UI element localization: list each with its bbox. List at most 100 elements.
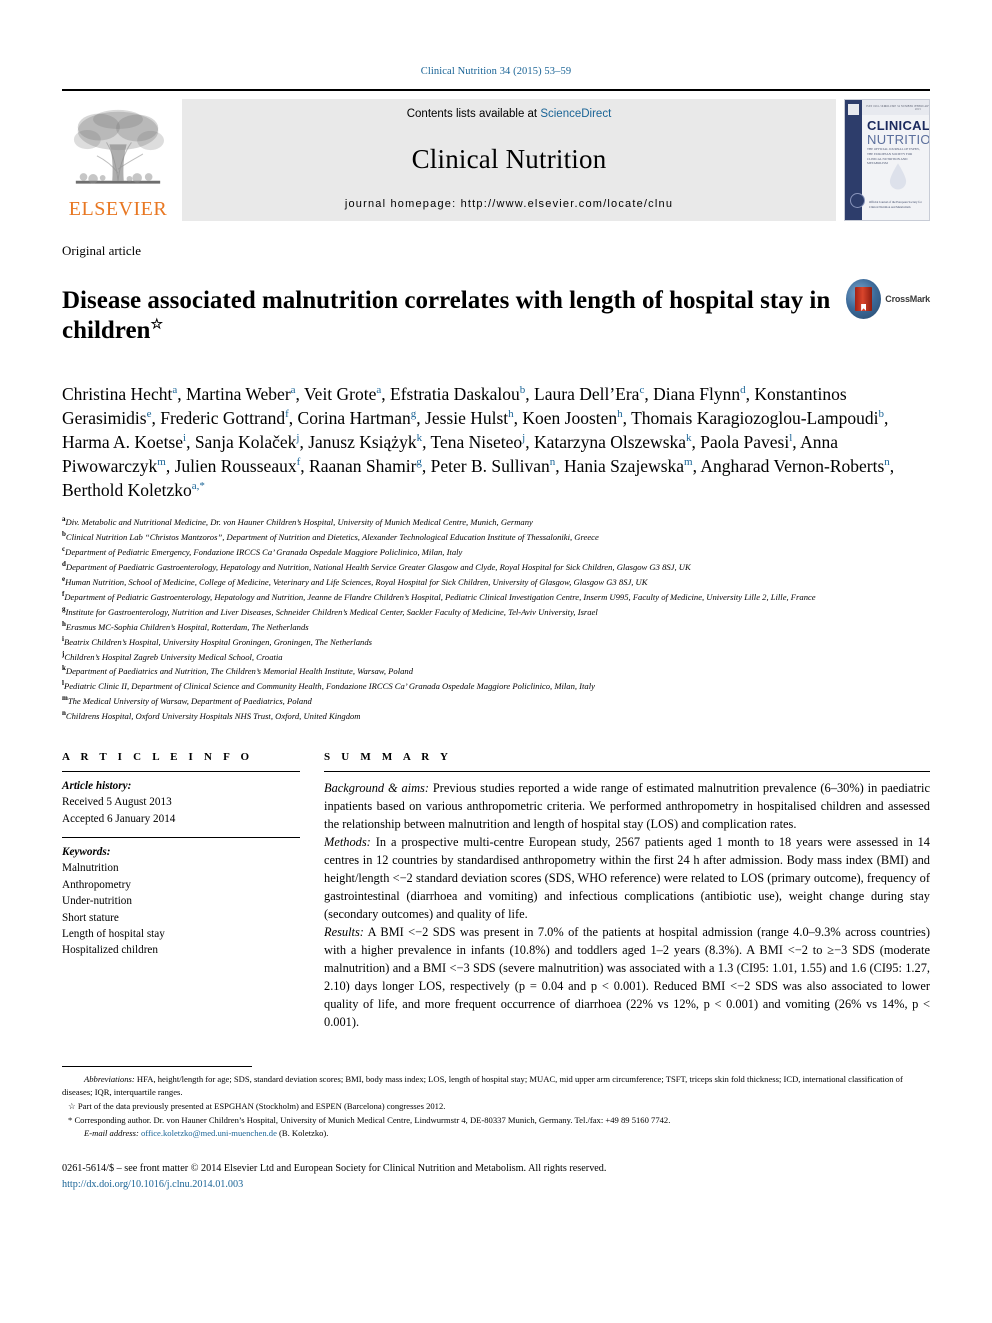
elsevier-wordmark: ELSEVIER <box>68 198 168 220</box>
affiliation-item: lPediatric Clinic II, Department of Clin… <box>62 678 930 693</box>
summary-section: Methods: In a prospective multi-centre E… <box>324 834 930 924</box>
cover-footer-text: Official Journal of the European Society… <box>869 200 922 210</box>
star-footnote-mark: ☆ <box>68 1101 76 1112</box>
affiliation-item: iBeatrix Children’s Hospital, University… <box>62 634 930 649</box>
affiliation-text: Childrens Hospital, Oxford University Ho… <box>65 711 361 722</box>
keyword-item: Anthropometry <box>62 878 131 891</box>
info-summary-row: A R T I C L E I N F O Article history: R… <box>62 751 930 1032</box>
keyword-item: Under-nutrition <box>62 895 132 908</box>
email-note: E-mail address: office.koletzko@med.uni-… <box>62 1127 930 1141</box>
footnote-rule <box>62 1065 252 1067</box>
affiliation-text: Department of Paediatrics and Nutrition,… <box>65 666 413 677</box>
summary-section-text: A BMI <−2 SDS was present in 7.0% of the… <box>324 924 930 1029</box>
affiliation-item: kDepartment of Paediatrics and Nutrition… <box>62 663 930 678</box>
email-link[interactable]: office.koletzko@med.uni-muenchen.de <box>141 1128 277 1138</box>
keyword-item: Short stature <box>62 911 119 924</box>
corresponding-author-text: Corresponding author. Dr. von Hauner Chi… <box>74 1114 671 1125</box>
affiliation-text: Department of Pediatric Emergency, Fonda… <box>65 546 463 557</box>
affiliation-item: gInstitute for Gastroenterology, Nutriti… <box>62 604 930 619</box>
affiliation-text: Human Nutrition, School of Medicine, Col… <box>65 576 648 587</box>
affiliation-text: Department of Paediatric Gastroenterolog… <box>65 561 691 572</box>
running-head: Clinical Nutrition 34 (2015) 53–59 <box>420 66 572 77</box>
article-info-column: A R T I C L E I N F O Article history: R… <box>62 751 324 1032</box>
affiliation-text: Div. Metabolic and Nutritional Medicine,… <box>65 517 533 528</box>
affiliation-item: fDepartment of Pediatric Gastroenterolog… <box>62 589 930 604</box>
crossmark-badge[interactable]: CrossMark <box>846 269 930 319</box>
affiliation-item: hErasmus MC-Sophia Children’s Hospital, … <box>62 619 930 634</box>
affiliation-item: dDepartment of Paediatric Gastroenterolo… <box>62 559 930 574</box>
journal-masthead: ELSEVIER Contents lists available at Sci… <box>62 89 930 221</box>
author-list: Christina Hechta, Martina Webera, Veit G… <box>62 383 895 501</box>
article-history-block: Article history: Received 5 August 2013 … <box>62 772 300 837</box>
cover-strip-label-2: NUMBER 1 <box>901 105 916 108</box>
affiliation-item: jChildren’s Hospital Zagreb University M… <box>62 649 930 664</box>
imprint-block: 0261-5614/$ – see front matter © 2014 El… <box>62 1161 930 1193</box>
affiliation-text: Clinical Nutrition Lab “Christos Mantzor… <box>65 531 599 542</box>
keyword-item: Length of hospital stay <box>62 927 165 940</box>
elsevier-logo: ELSEVIER <box>62 99 174 221</box>
footnotes: Abbreviations: HFA, height/length for ag… <box>62 1073 930 1141</box>
affiliation-text: The Medical University of Warsaw, Depart… <box>67 696 312 707</box>
abbreviations-label: Abbreviations: <box>84 1073 135 1084</box>
affiliation-text: Beatrix Children’s Hospital, University … <box>63 636 372 647</box>
affiliation-item: mThe Medical University of Warsaw, Depar… <box>62 693 930 708</box>
summary-section-label: Background & aims: <box>324 781 430 796</box>
title-footnote-mark: ☆ <box>150 317 164 333</box>
corresponding-author-mark: * <box>68 1114 73 1125</box>
affiliation-item: cDepartment of Pediatric Emergency, Fond… <box>62 544 930 559</box>
cover-elsevier-mark-icon <box>848 104 859 115</box>
crossmark-label: CrossMark <box>885 294 930 304</box>
affiliation-item: eHuman Nutrition, School of Medicine, Co… <box>62 574 930 589</box>
abbreviations-text: HFA, height/length for age; SDS, standar… <box>62 1073 903 1098</box>
article-history-accepted: Accepted 6 January 2014 <box>62 812 176 825</box>
summary-column: S U M M A R Y Background & aims: Previou… <box>324 751 930 1032</box>
masthead-center: Contents lists available at ScienceDirec… <box>182 99 836 221</box>
contents-prefix: Contents lists available at <box>406 108 541 120</box>
cover-strip-label-3: FEBRUARY 2015 <box>915 105 930 111</box>
star-footnote: ☆ Part of the data previously presented … <box>62 1100 930 1114</box>
article-first-page: Clinical Nutrition 34 (2015) 53–59 ELSEV… <box>0 0 992 1323</box>
journal-cover-thumbnail: ISSN 0261-5614 VOLUME 34 NUMBER 1 FEBRUA… <box>844 99 930 221</box>
doi-link[interactable]: http://dx.doi.org/10.1016/j.clnu.2014.01… <box>62 1177 930 1193</box>
article-type-label: Original article <box>62 243 142 258</box>
title-text: Disease associated malnutrition correlat… <box>62 286 831 345</box>
summary-section-label: Methods: <box>324 835 371 850</box>
email-owner: (B. Koletzko). <box>276 1128 329 1139</box>
star-footnote-text: Part of the data previously presented at… <box>77 1101 446 1112</box>
email-label: E-mail address: <box>84 1128 139 1139</box>
affiliation-text: Pediatric Clinic II, Department of Clini… <box>63 681 595 692</box>
journal-title: Clinical Nutrition <box>411 143 607 174</box>
affiliation-list: aDiv. Metabolic and Nutritional Medicine… <box>62 514 930 723</box>
summary-section: Background & aims: Previous studies repo… <box>324 780 930 834</box>
summary-section-text: In a prospective multi-centre European s… <box>324 835 930 921</box>
corresponding-author-note: * Corresponding author. Dr. von Hauner C… <box>62 1114 930 1128</box>
abbreviations-note: Abbreviations: HFA, height/length for ag… <box>62 1073 930 1100</box>
keywords-block: Keywords: Malnutrition Anthropometry Und… <box>62 838 300 958</box>
affiliation-text: Department of Pediatric Gastroenterology… <box>64 591 816 602</box>
keywords-label: Keywords: <box>62 846 111 859</box>
page-title: Disease associated malnutrition correlat… <box>62 286 846 347</box>
affiliation-text: Erasmus MC-Sophia Children’s Hospital, R… <box>65 621 309 632</box>
article-history-received: Received 5 August 2013 <box>62 796 172 809</box>
cover-title-line2: NUTRITION <box>867 132 930 147</box>
article-info-heading: A R T I C L E I N F O <box>62 751 254 764</box>
summary-heading: S U M M A R Y <box>324 751 453 764</box>
contents-line: Contents lists available at ScienceDirec… <box>407 108 612 120</box>
sciencedirect-link[interactable]: ScienceDirect <box>540 108 611 120</box>
affiliation-item: aDiv. Metabolic and Nutritional Medicine… <box>62 514 930 529</box>
journal-homepage[interactable]: journal homepage: http://www.elsevier.co… <box>345 198 673 210</box>
summary-section: Results: A BMI <−2 SDS was present in 7.… <box>324 924 930 1032</box>
cover-water-drop-icon <box>889 163 907 190</box>
affiliation-item: bClinical Nutrition Lab “Christos Mantzo… <box>62 529 930 544</box>
cover-eu-emblem-icon <box>850 193 865 208</box>
copyright-line: 0261-5614/$ – see front matter © 2014 El… <box>62 1162 607 1174</box>
cover-title-line1: CLINICAL <box>867 118 930 133</box>
summary-body: Background & aims: Previous studies repo… <box>324 772 930 1032</box>
keyword-item: Malnutrition <box>62 862 119 875</box>
affiliation-text: Children’s Hospital Zagreb University Me… <box>64 651 283 662</box>
article-history-label: Article history: <box>62 780 132 793</box>
summary-section-label: Results: <box>324 924 364 939</box>
elsevier-tree-icon <box>73 109 164 184</box>
affiliation-text: Institute for Gastroenterology, Nutritio… <box>65 606 598 617</box>
title-row: Disease associated malnutrition correlat… <box>62 269 930 364</box>
